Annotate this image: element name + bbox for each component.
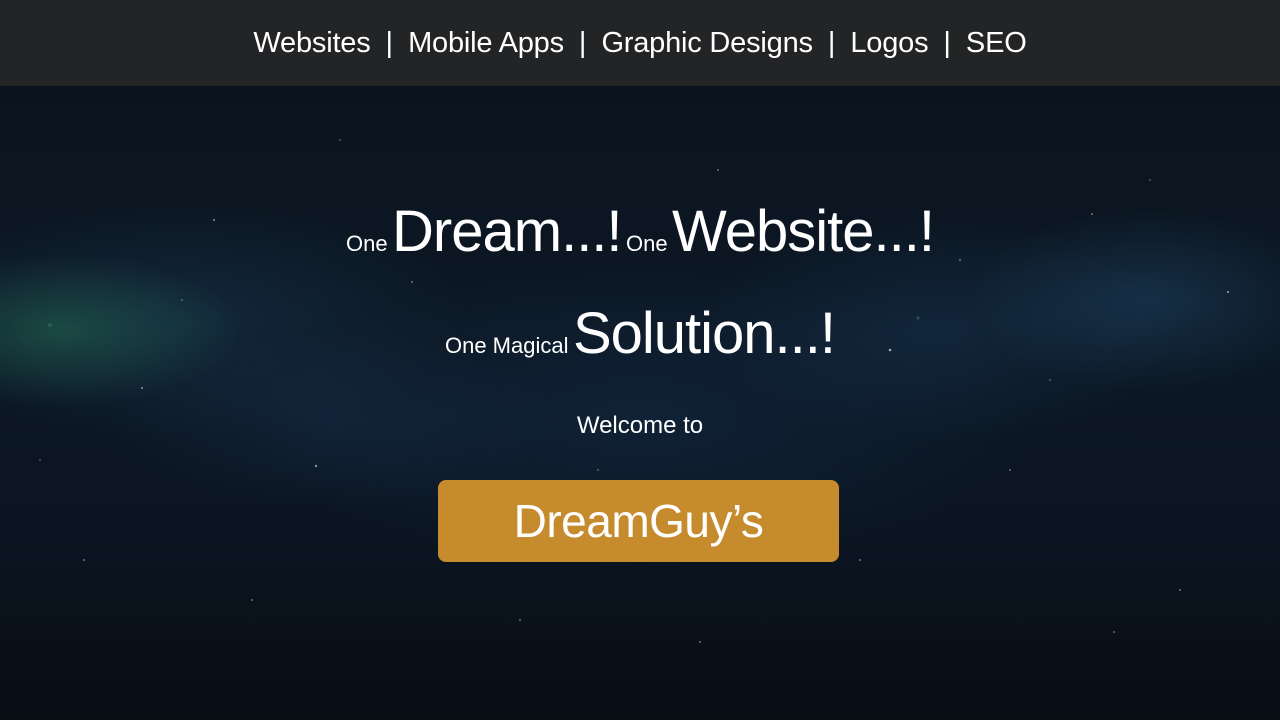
- tagline-website: Website...!: [672, 199, 935, 264]
- tagline-one-magical: One Magical: [444, 333, 569, 358]
- nav-seo[interactable]: SEO: [966, 27, 1027, 60]
- nav-separator: |: [578, 26, 587, 59]
- nav-separator: |: [827, 26, 836, 59]
- tagline-line-1: One Dream...! One Website...!: [0, 198, 1280, 265]
- nav-separator: |: [943, 26, 951, 59]
- nav-mobile-apps[interactable]: Mobile Apps: [408, 27, 564, 60]
- tagline-one-b: One: [626, 231, 668, 256]
- nav-graphic-designs[interactable]: Graphic Designs: [601, 27, 813, 60]
- tagline-line-2: One Magical Solution...!: [0, 300, 1280, 367]
- tagline-dream: Dream...!: [392, 199, 622, 264]
- tagline-solution: Solution...!: [572, 301, 836, 366]
- nav-separator: |: [385, 26, 394, 59]
- welcome-text: Welcome to: [576, 412, 704, 439]
- nav-logos[interactable]: Logos: [850, 27, 928, 60]
- nav-websites[interactable]: Websites: [253, 27, 370, 60]
- brand-button[interactable]: DreamGuy’s: [438, 480, 839, 562]
- tagline-one-a: One: [346, 231, 388, 256]
- top-navbar: Websites | Mobile Apps | Graphic Designs…: [0, 0, 1280, 86]
